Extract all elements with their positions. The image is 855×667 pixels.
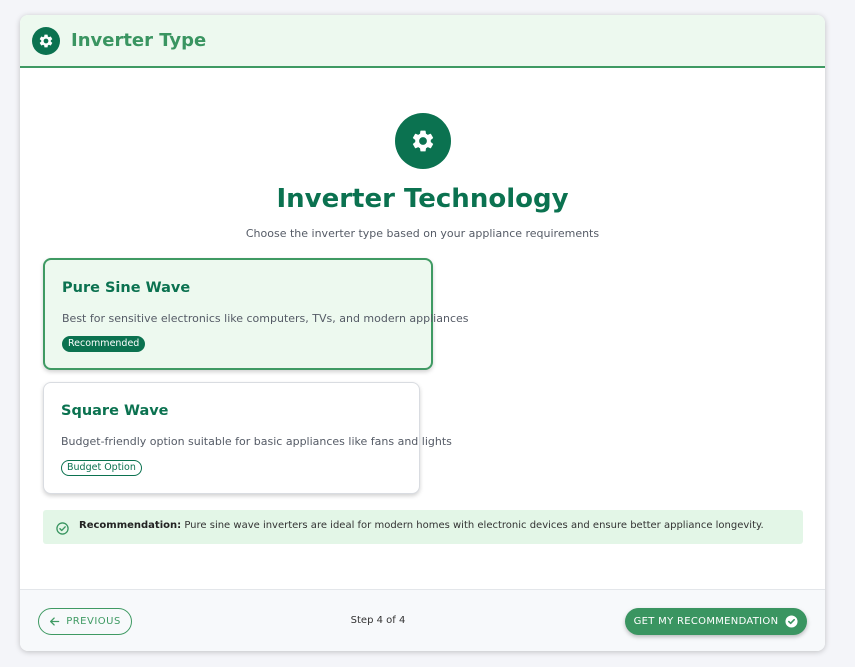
recommendation-body: Pure sine wave inverters are ideal for m… [184,520,764,531]
get-recommendation-button[interactable]: GET MY RECOMMENDATION [625,608,807,635]
card-header: Inverter Type [20,15,825,68]
recommended-badge: Recommended [62,336,146,352]
header-title: Inverter Type [71,30,207,51]
option-description: Budget-friendly option suitable for basi… [61,435,452,448]
option-square-wave[interactable]: Square Wave Budget-friendly option suita… [43,382,452,494]
option-description: Best for sensitive electronics like comp… [62,312,469,325]
page-subtitle: Choose the inverter type based on your a… [245,227,600,240]
card-footer: PREVIOUS Step 4 of 4 GET MY RECOMMENDATI… [20,589,825,651]
inverter-type-card: Inverter Type Inverter Technology Choose… [20,15,825,651]
recommendation-box: Recommendation: Pure sine wave inverters… [43,510,803,544]
get-recommendation-label: GET MY RECOMMENDATION [633,616,779,627]
gear-icon [395,113,451,169]
check-circle-icon [56,520,69,539]
recommendation-text: Recommendation: Pure sine wave inverters… [79,520,764,531]
option-pure-sine-wave[interactable]: Pure Sine Wave Best for sensitive electr… [43,258,469,370]
option-title: Pure Sine Wave [62,280,191,296]
check-circle-icon [785,615,798,628]
page-title: Inverter Technology [276,184,569,214]
option-title: Square Wave [61,403,169,419]
gear-icon [32,27,60,55]
budget-option-badge: Budget Option [61,460,142,476]
recommendation-label: Recommendation: [79,520,182,531]
